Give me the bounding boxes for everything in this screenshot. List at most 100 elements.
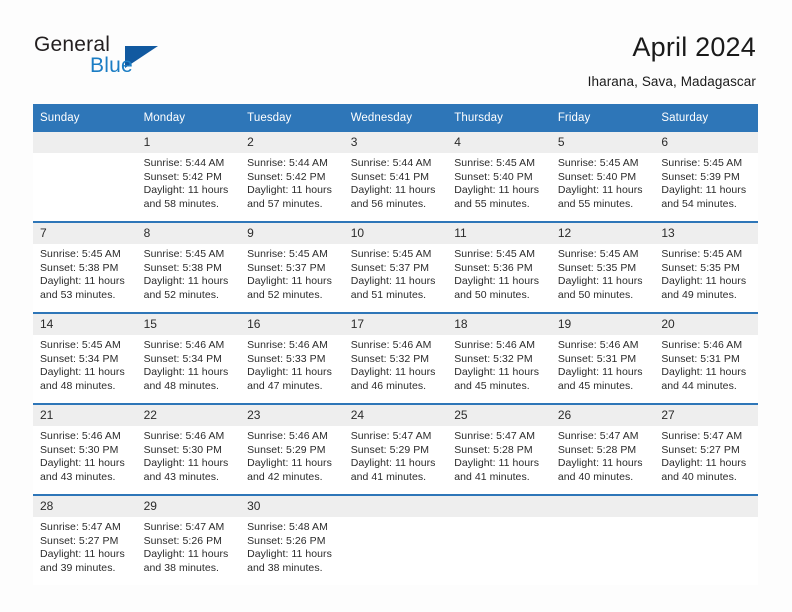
calendar-day-cell[interactable]: 16 Sunrise: 5:46 AM Sunset: 5:33 PM Dayligh… (240, 312, 344, 404)
daylight-text-line2: and 52 minutes. (143, 288, 220, 301)
daylight-text-line2: and 45 minutes. (557, 379, 634, 392)
calendar-day-cell[interactable]: 1 Sunrise: 5:44 AM Sunset: 5:42 PM Daylight… (136, 132, 241, 222)
calendar-page: General Blue April 2024 Iharana, Sava, M… (0, 0, 792, 612)
daylight-text-line1: Daylight: 11 hours (40, 275, 125, 287)
daylight-text-line2: and 41 minutes. (454, 470, 530, 483)
day-details: Sunrise: 5:45 AM Sunset: 5:38 PM Daylight:… (137, 244, 241, 302)
day-number (550, 496, 655, 517)
sunrise-text: Sunrise: 5:46 AM (40, 430, 121, 442)
day-details: Sunrise: 5:44 AM Sunset: 5:42 PM Daylight:… (137, 153, 241, 211)
calendar-header-row: Sunday Monday Tuesday Wednesday Thursday… (33, 104, 758, 132)
daylight-text-line1: Daylight: 11 hours (661, 457, 747, 469)
calendar-day-cell[interactable]: 9 Sunrise: 5:45 AM Sunset: 5:37 PM Daylight… (240, 221, 344, 313)
calendar-body: 1 Sunrise: 5:44 AM Sunset: 5:42 PM Daylight… (33, 132, 758, 585)
calendar-day-cell[interactable] (33, 132, 137, 222)
sunset-text: Sunset: 5:32 PM (350, 352, 430, 365)
daylight-text-line1: Daylight: 11 hours (40, 457, 125, 469)
calendar-day-cell[interactable]: 25 Sunrise: 5:47 AM Sunset: 5:28 PM Dayligh… (447, 403, 551, 495)
weekday-header-thursday: Thursday (447, 104, 551, 132)
day-details: Sunrise: 5:45 AM Sunset: 5:36 PM Daylight:… (447, 244, 551, 302)
calendar-day-cell[interactable]: 6 Sunrise: 5:45 AM Sunset: 5:39 PM Daylight… (654, 132, 758, 222)
daylight-text-line1: Daylight: 11 hours (143, 457, 229, 469)
daylight-text-line2: and 45 minutes. (454, 379, 530, 392)
day-number: 29 (136, 496, 241, 517)
sunset-text: Sunset: 5:37 PM (350, 261, 430, 274)
calendar-day-cell[interactable]: 14 Sunrise: 5:45 AM Sunset: 5:34 PM Dayligh… (33, 312, 137, 404)
sunset-text: Sunset: 5:35 PM (661, 261, 740, 274)
calendar-day-cell[interactable]: 2 Sunrise: 5:44 AM Sunset: 5:42 PM Daylight… (240, 132, 344, 222)
calendar-day-cell[interactable]: 21 Sunrise: 5:46 AM Sunset: 5:30 PM Dayligh… (33, 403, 137, 495)
calendar-day-cell[interactable]: 18 Sunrise: 5:46 AM Sunset: 5:32 PM Dayligh… (447, 312, 551, 404)
daylight-text-line2: and 49 minutes. (661, 288, 737, 301)
calendar-day-cell[interactable]: 30 Sunrise: 5:48 AM Sunset: 5:26 PM Dayligh… (240, 494, 344, 585)
calendar-week-row: 28 Sunrise: 5:47 AM Sunset: 5:27 PM Dayligh… (33, 494, 758, 585)
sunset-text: Sunset: 5:31 PM (661, 352, 740, 365)
daylight-text-line1: Daylight: 11 hours (661, 184, 747, 196)
sunset-text: Sunset: 5:37 PM (247, 261, 326, 274)
day-details: Sunrise: 5:46 AM Sunset: 5:32 PM Daylight:… (447, 335, 551, 393)
day-details: Sunrise: 5:45 AM Sunset: 5:40 PM Daylight:… (551, 153, 655, 211)
sunset-text: Sunset: 5:28 PM (454, 443, 533, 456)
sunrise-text: Sunrise: 5:45 AM (40, 339, 121, 351)
sunrise-text: Sunrise: 5:45 AM (350, 248, 432, 260)
sunset-text: Sunset: 5:39 PM (661, 170, 740, 183)
general-blue-logo[interactable]: General Blue (34, 33, 214, 81)
calendar-day-cell[interactable] (550, 494, 655, 585)
calendar-day-cell[interactable]: 19 Sunrise: 5:46 AM Sunset: 5:31 PM Dayligh… (550, 312, 655, 404)
calendar-day-cell[interactable]: 22 Sunrise: 5:46 AM Sunset: 5:30 PM Dayligh… (136, 403, 241, 495)
day-details: Sunrise: 5:47 AM Sunset: 5:28 PM Daylight:… (551, 426, 655, 484)
sunrise-text: Sunrise: 5:46 AM (143, 339, 225, 351)
daylight-text-line1: Daylight: 11 hours (557, 184, 643, 196)
calendar-day-cell[interactable]: 13 Sunrise: 5:45 AM Sunset: 5:35 PM Dayligh… (654, 221, 758, 313)
daylight-text-line1: Daylight: 11 hours (350, 457, 436, 469)
calendar-day-cell[interactable]: 24 Sunrise: 5:47 AM Sunset: 5:29 PM Dayligh… (343, 403, 448, 495)
day-details: Sunrise: 5:46 AM Sunset: 5:30 PM Daylight:… (137, 426, 241, 484)
calendar-day-cell[interactable]: 3 Sunrise: 5:44 AM Sunset: 5:41 PM Daylight… (343, 132, 448, 222)
calendar-day-cell[interactable]: 4 Sunrise: 5:45 AM Sunset: 5:40 PM Daylight… (447, 132, 551, 222)
day-details: Sunrise: 5:45 AM Sunset: 5:35 PM Daylight:… (654, 244, 758, 302)
calendar-day-cell[interactable]: 17 Sunrise: 5:46 AM Sunset: 5:32 PM Dayligh… (343, 312, 448, 404)
daylight-text-line2: and 40 minutes. (661, 470, 737, 483)
calendar-day-cell[interactable]: 8 Sunrise: 5:45 AM Sunset: 5:38 PM Daylight… (136, 221, 241, 313)
sunrise-text: Sunrise: 5:47 AM (350, 430, 432, 442)
daylight-text-line1: Daylight: 11 hours (454, 457, 540, 469)
sunset-text: Sunset: 5:40 PM (454, 170, 533, 183)
sunset-text: Sunset: 5:34 PM (40, 352, 119, 365)
calendar-day-cell[interactable] (654, 494, 758, 585)
calendar-day-cell[interactable]: 5 Sunrise: 5:45 AM Sunset: 5:40 PM Daylight… (550, 132, 655, 222)
calendar-day-cell[interactable]: 28 Sunrise: 5:47 AM Sunset: 5:27 PM Dayligh… (33, 494, 137, 585)
day-number: 8 (136, 223, 241, 244)
calendar-day-cell[interactable]: 12 Sunrise: 5:45 AM Sunset: 5:35 PM Dayligh… (550, 221, 655, 313)
calendar-day-cell[interactable]: 15 Sunrise: 5:46 AM Sunset: 5:34 PM Dayligh… (136, 312, 241, 404)
sunrise-text: Sunrise: 5:45 AM (661, 157, 743, 169)
calendar-day-cell[interactable]: 26 Sunrise: 5:47 AM Sunset: 5:28 PM Dayligh… (550, 403, 655, 495)
calendar-day-cell[interactable] (447, 494, 551, 585)
daylight-text-line1: Daylight: 11 hours (557, 366, 643, 378)
calendar-day-cell[interactable]: 11 Sunrise: 5:45 AM Sunset: 5:36 PM Dayligh… (447, 221, 551, 313)
day-details: Sunrise: 5:46 AM Sunset: 5:31 PM Daylight:… (654, 335, 758, 393)
sunset-text: Sunset: 5:29 PM (247, 443, 326, 456)
calendar-day-cell[interactable]: 23 Sunrise: 5:46 AM Sunset: 5:29 PM Dayligh… (240, 403, 344, 495)
calendar-day-cell[interactable]: 7 Sunrise: 5:45 AM Sunset: 5:38 PM Daylight… (33, 221, 137, 313)
day-number: 1 (136, 132, 241, 153)
weekday-header-saturday: Saturday (654, 104, 758, 132)
daylight-text-line1: Daylight: 11 hours (350, 366, 436, 378)
sunset-text: Sunset: 5:38 PM (40, 261, 119, 274)
sunrise-text: Sunrise: 5:45 AM (143, 248, 225, 260)
day-details: Sunrise: 5:46 AM Sunset: 5:30 PM Daylight:… (33, 426, 137, 484)
day-number: 10 (343, 223, 448, 244)
day-number: 27 (654, 405, 758, 426)
calendar-day-cell[interactable] (343, 494, 448, 585)
day-number (447, 496, 551, 517)
day-number: 20 (654, 314, 758, 335)
day-number: 6 (654, 132, 758, 153)
calendar-day-cell[interactable]: 20 Sunrise: 5:46 AM Sunset: 5:31 PM Dayligh… (654, 312, 758, 404)
sunset-text: Sunset: 5:35 PM (557, 261, 637, 274)
calendar-day-cell[interactable]: 29 Sunrise: 5:47 AM Sunset: 5:26 PM Dayligh… (136, 494, 241, 585)
calendar-day-cell[interactable]: 27 Sunrise: 5:47 AM Sunset: 5:27 PM Dayligh… (654, 403, 758, 495)
sunset-text: Sunset: 5:30 PM (40, 443, 119, 456)
day-details: Sunrise: 5:46 AM Sunset: 5:29 PM Daylight:… (240, 426, 344, 484)
calendar-day-cell[interactable]: 10 Sunrise: 5:45 AM Sunset: 5:37 PM Dayligh… (343, 221, 448, 313)
daylight-text-line2: and 55 minutes. (557, 197, 634, 210)
day-number: 21 (33, 405, 137, 426)
